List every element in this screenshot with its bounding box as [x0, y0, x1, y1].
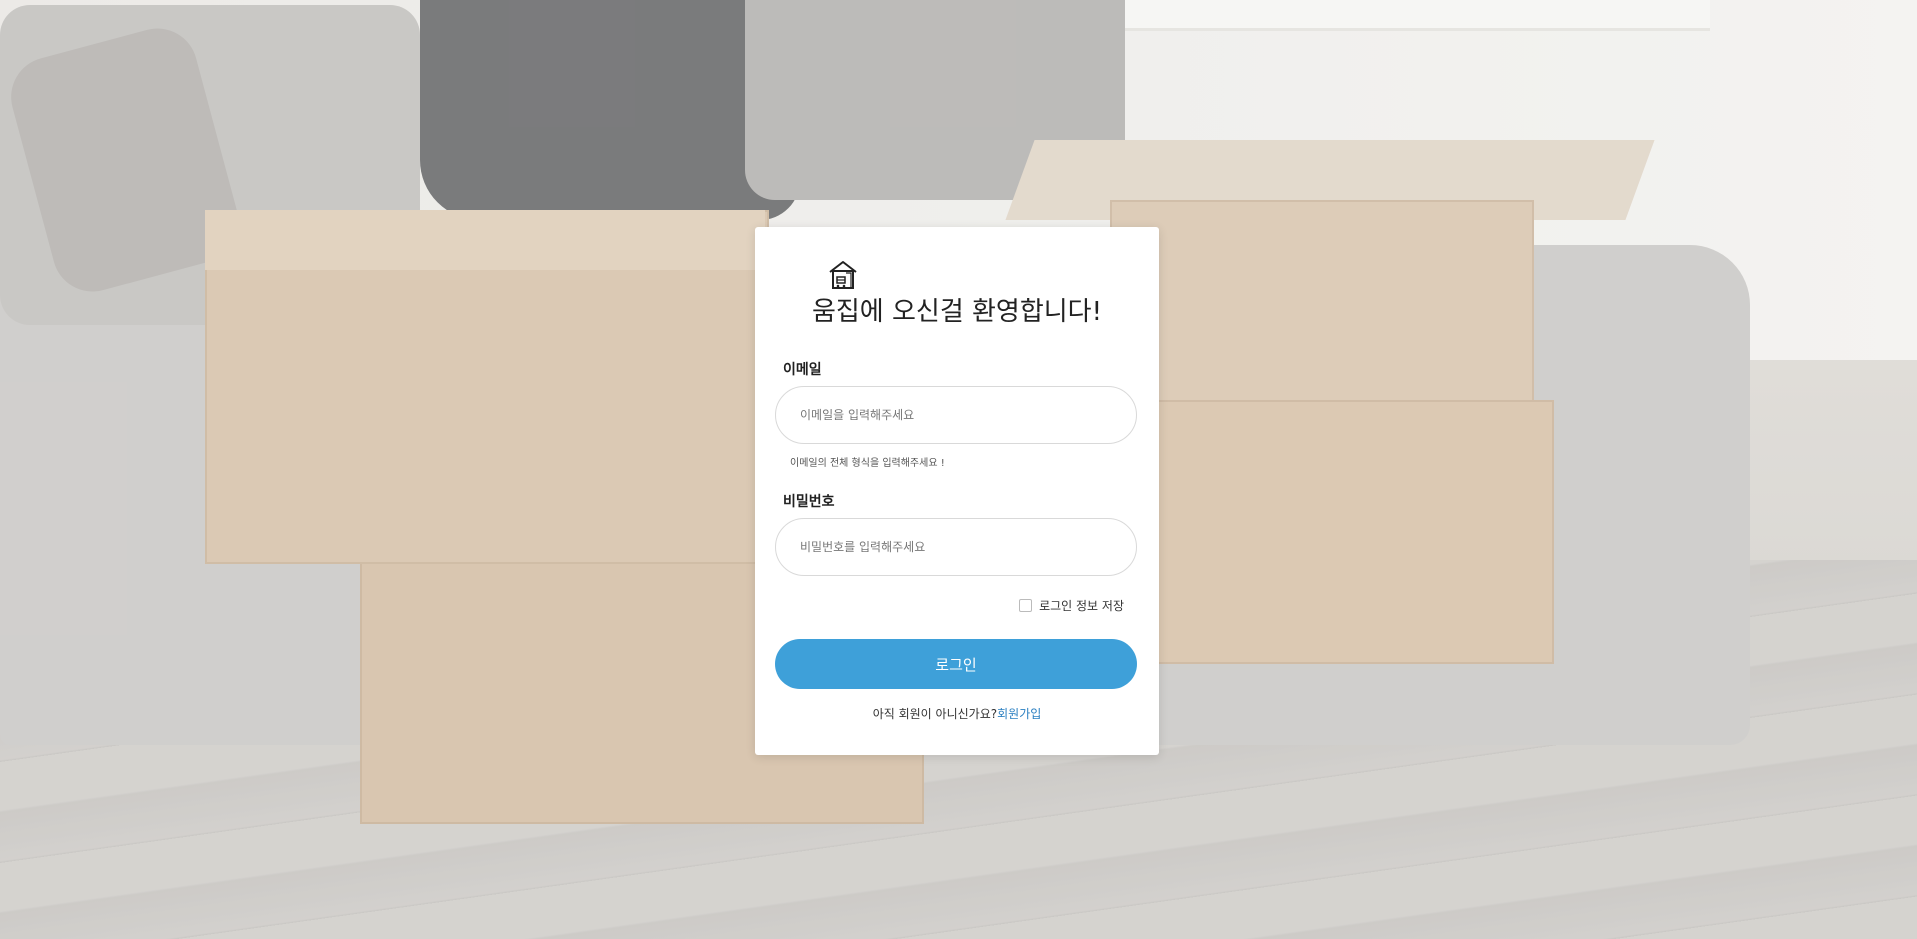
page-title: 움집에 오신걸 환영합니다!: [811, 297, 1103, 327]
signup-prompt: 아직 회원이 아니신가요?: [872, 707, 998, 721]
email-hint: 이메일의 전체 형식을 입력해주세요 !: [790, 458, 945, 469]
remember-login-label: 로그인 정보 저장: [1039, 599, 1124, 613]
house-logo-icon: [827, 259, 859, 291]
signup-row: 아직 회원이 아니신가요?회원가입: [755, 705, 1159, 722]
checkbox-icon[interactable]: [1019, 599, 1033, 612]
login-button[interactable]: 로그인: [775, 639, 1137, 689]
login-card: 움집에 오신걸 환영합니다! 이메일 이메일의 전체 형식을 입력해주세요 ! …: [755, 227, 1159, 755]
signup-link[interactable]: 회원가입: [997, 707, 1041, 721]
email-label: 이메일: [783, 362, 822, 378]
password-label: 비밀번호: [783, 494, 835, 510]
remember-login-toggle[interactable]: 로그인 정보 저장: [1019, 597, 1124, 614]
email-field[interactable]: [775, 386, 1137, 444]
password-field[interactable]: [775, 518, 1137, 576]
